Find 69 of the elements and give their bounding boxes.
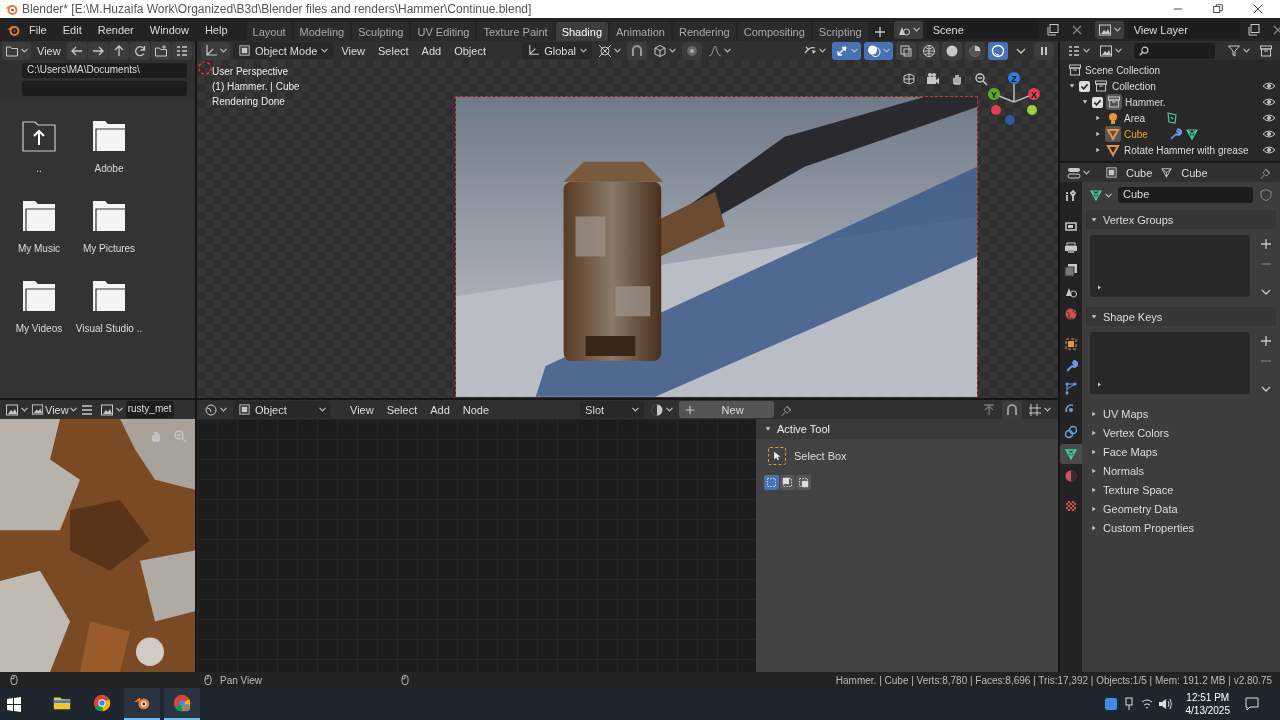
workspace-tab[interactable]: Texture Paint <box>477 22 554 41</box>
window-title: Blender* [E:\M.Huzaifa Work\Organized\B3d\Blender files and renders\Hammer\Continue.blend] <box>22 2 533 16</box>
panel-header[interactable]: Vertex Groups <box>1086 210 1276 229</box>
mode-dropdown[interactable]: Object Mode <box>233 42 334 59</box>
scene-field[interactable]: Scene <box>926 20 1039 39</box>
menu-item[interactable]: Add <box>425 402 455 417</box>
file-name[interactable]: Adobe <box>94 163 124 174</box>
outliner-item[interactable]: Hammer. <box>1125 96 1166 108</box>
workspace-tab[interactable]: Modeling <box>293 22 351 41</box>
panel-header[interactable]: Normals <box>1086 461 1276 480</box>
panel-header[interactable]: Face Maps <box>1086 442 1276 461</box>
menu-item[interactable]: Window <box>142 21 196 38</box>
workspace-tab[interactable]: Compositing <box>737 22 811 41</box>
clock-date[interactable]: 4/13/2025 <box>1185 705 1230 716</box>
panel-header[interactable]: Shape Keys <box>1086 307 1276 326</box>
menu-item[interactable]: Object <box>449 43 491 58</box>
mesh-breadcrumb: Cube <box>1180 165 1209 180</box>
mesh-name-field[interactable]: Cube <box>1118 187 1253 203</box>
panel-header[interactable]: Active Tool <box>756 419 1058 439</box>
file-name[interactable]: .. <box>36 163 42 174</box>
file-name[interactable]: Visual Studio .. <box>75 323 143 334</box>
file-name[interactable]: My Pictures <box>82 243 136 254</box>
slot-dropdown[interactable]: Slot <box>580 401 645 418</box>
viewport-info-text: Rendering Done <box>212 96 286 107</box>
outliner-item[interactable]: Area <box>1124 112 1146 124</box>
image-name-field[interactable]: rusty_met <box>125 401 174 418</box>
workspace-tab[interactable]: Sculpting <box>352 22 410 41</box>
file-name[interactable]: My Music <box>17 243 61 254</box>
outliner-item[interactable]: Collection <box>1112 80 1156 92</box>
outliner-item[interactable]: Cube <box>1124 128 1148 140</box>
workspace-tab[interactable]: Scripting <box>812 22 868 41</box>
workspace-tab[interactable]: Shading <box>555 22 609 41</box>
clock-time[interactable]: 12:51 PM <box>1186 692 1230 703</box>
outliner-item[interactable]: Scene Collection <box>1085 64 1161 76</box>
navigation-gizmo[interactable]: Z Y X <box>984 70 1044 134</box>
menu-item[interactable]: Render <box>90 21 141 38</box>
workspace-tab[interactable]: Layout <box>246 22 292 41</box>
outliner-item[interactable]: Rotate Hammer with grease <box>1124 144 1249 156</box>
status-stats: Hammer. | Cube | Verts:8,780 | Faces:8,696 | Tris:17,392 | Objects:1/5 | Mem: 191.2 MB | v2.80.75 <box>835 674 1272 686</box>
menu-item[interactable]: Add <box>416 43 447 58</box>
menu-item[interactable]: View <box>345 402 379 417</box>
path-field[interactable]: C:\Users\MA\Documents\ <box>22 63 187 78</box>
viewport-info-text: User Perspective <box>212 66 290 77</box>
menu-item[interactable]: View <box>336 43 371 58</box>
panel-header[interactable]: UV Maps <box>1086 404 1276 423</box>
file-name[interactable]: My Videos <box>15 323 63 334</box>
orientation-dropdown[interactable]: Global <box>522 42 592 59</box>
workspace-tab[interactable]: Rendering <box>672 22 736 41</box>
object-type-dropdown[interactable]: Object <box>233 401 331 418</box>
panel-header[interactable]: Vertex Colors <box>1086 423 1276 442</box>
panel-header[interactable]: Custom Properties <box>1086 518 1276 537</box>
menu-item[interactable]: Select <box>381 402 423 417</box>
panel-header[interactable]: Geometry Data <box>1086 499 1276 518</box>
workspace-tab[interactable]: UV Editing <box>411 22 476 41</box>
menu-item[interactable]: Node <box>457 402 495 417</box>
menu-item[interactable]: Help <box>197 21 235 38</box>
object-breadcrumb: Cube <box>1125 165 1154 180</box>
view-menu[interactable]: View <box>44 402 70 417</box>
viewport-info-text: (1) Hammer. | Cube <box>212 81 300 92</box>
workspace-tab[interactable]: Animation <box>610 22 671 41</box>
view-layer-field[interactable]: View Layer <box>1127 20 1240 39</box>
status-hint: Pan View <box>220 674 263 686</box>
new-material-button[interactable]: New <box>679 401 775 418</box>
panel-header[interactable]: Texture Space <box>1086 480 1276 499</box>
menu-item[interactable]: View <box>32 43 66 58</box>
tool-name: Select Box <box>794 450 847 462</box>
menu-item[interactable]: File <box>22 21 54 38</box>
menu-item[interactable]: Edit <box>55 21 89 38</box>
menu-item[interactable]: Select <box>373 43 414 58</box>
